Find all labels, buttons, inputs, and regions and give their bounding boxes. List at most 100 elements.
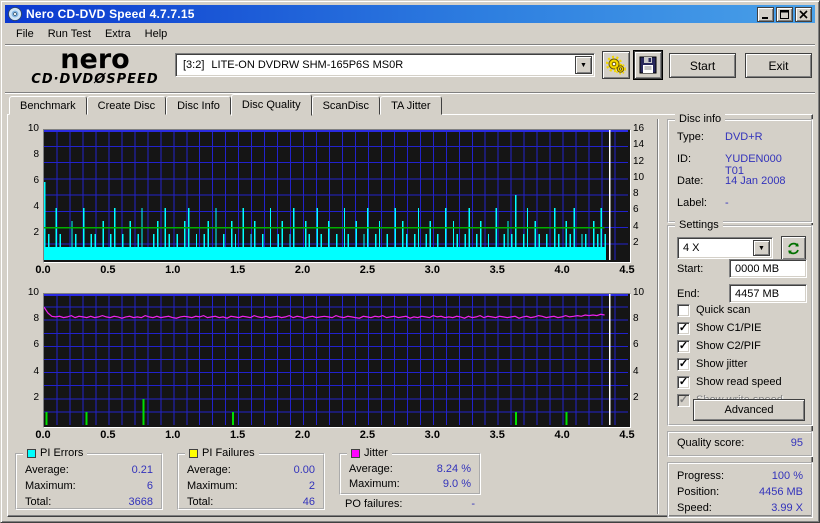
checkbox-show-read-speed[interactable]: ✓ Show read speed bbox=[677, 375, 782, 389]
pi-errors-title-text: PI Errors bbox=[40, 447, 84, 459]
drive-select[interactable]: [3:2] LITE-ON DVDRW SHM-165P6S MS0R ▼ bbox=[175, 53, 595, 77]
save-button[interactable] bbox=[633, 50, 663, 80]
x-axis-tick: 2.5 bbox=[359, 264, 376, 276]
advanced-button[interactable]: Advanced bbox=[693, 399, 805, 421]
x-axis-tick: 2.5 bbox=[359, 429, 376, 441]
checkbox-show-jitter[interactable]: ✓ Show jitter bbox=[677, 357, 747, 371]
progress-row: Progress: 100 % bbox=[677, 470, 803, 484]
tab-scandisc[interactable]: ScanDisc bbox=[311, 96, 381, 115]
y-axis-tick-left: 2 bbox=[33, 227, 39, 238]
tab-disc-quality[interactable]: Disc Quality bbox=[230, 94, 312, 116]
start-field[interactable]: 0000 MB bbox=[729, 259, 807, 278]
close-button[interactable] bbox=[795, 6, 812, 22]
nero-logo: nero CD·DVDØSPEED bbox=[15, 46, 175, 87]
x-axis-tick: 1.5 bbox=[230, 429, 246, 441]
app-icon bbox=[8, 7, 22, 21]
checkbox-icon: ✓ bbox=[677, 393, 690, 407]
po-failures-value: - bbox=[471, 498, 475, 510]
stat-row: Total: 46 bbox=[187, 496, 315, 510]
stat-row: Average: 0.00 bbox=[187, 464, 315, 478]
jitter-chart bbox=[43, 293, 631, 428]
type-label: Type: bbox=[677, 131, 704, 143]
maximum-value: 9.0 % bbox=[442, 478, 471, 490]
options-button[interactable] bbox=[602, 51, 630, 79]
maximum-label: Maximum: bbox=[25, 480, 76, 492]
y-axis-tick-right: 8 bbox=[633, 313, 639, 325]
menu-item-run-test[interactable]: Run Test bbox=[41, 26, 98, 42]
total-label: Total: bbox=[187, 496, 214, 508]
average-value: 8.24 % bbox=[436, 463, 471, 475]
y-axis-tick-right: 4 bbox=[633, 220, 639, 232]
checkbox-show-c2-pif[interactable]: ✓ Show C2/PIF bbox=[677, 339, 761, 353]
maximum-value: 6 bbox=[146, 480, 153, 492]
refresh-button[interactable] bbox=[781, 236, 806, 260]
x-axis-tick: 1.0 bbox=[165, 429, 181, 441]
checkbox-icon[interactable] bbox=[677, 303, 690, 317]
end-field[interactable]: 4457 MB bbox=[729, 284, 807, 303]
date-label: Date: bbox=[677, 175, 704, 187]
y-axis-tick-left: 4 bbox=[33, 365, 39, 377]
checkbox-icon[interactable]: ✓ bbox=[677, 357, 690, 371]
minimize-button[interactable] bbox=[757, 6, 774, 22]
label-label: Label: bbox=[677, 197, 707, 209]
pi-failures-title-text: PI Failures bbox=[202, 447, 255, 459]
disc-info-row: Date: 14 Jan 2008 bbox=[677, 175, 803, 189]
tab-benchmark[interactable]: Benchmark bbox=[9, 96, 87, 115]
progress-label: Progress: bbox=[677, 470, 725, 482]
speed-select-arrow-icon[interactable]: ▼ bbox=[753, 240, 770, 256]
drive-select-arrow-icon[interactable]: ▼ bbox=[575, 56, 592, 74]
y-axis-tick-left: 8 bbox=[33, 149, 39, 160]
maximum-label: Maximum: bbox=[349, 478, 400, 490]
maximum-value: 2 bbox=[308, 480, 315, 492]
pi-errors-stats-box: PI Errors Average: 0.21 Maximum: 6 Total: 3… bbox=[15, 447, 163, 510]
quality-score-label: Quality score: bbox=[677, 437, 745, 449]
y-axis-tick-right: 10 bbox=[633, 287, 645, 298]
po-failures-label: PO failures: bbox=[345, 498, 403, 510]
checkbox-quick-scan[interactable]: Quick scan bbox=[677, 303, 750, 317]
pi-failures-swatch-icon bbox=[189, 448, 198, 458]
y-axis-tick-left: 2 bbox=[33, 391, 39, 403]
pi-failures-stats-box: PI Failures Average: 0.00 Maximum: 2 Total… bbox=[177, 447, 325, 510]
x-axis-tick: 3.0 bbox=[424, 429, 440, 441]
x-axis-tick: 4.5 bbox=[619, 429, 635, 441]
y-axis-tick-right: 6 bbox=[633, 339, 639, 351]
progress-value: 100 % bbox=[771, 470, 803, 482]
checkbox-icon[interactable]: ✓ bbox=[677, 339, 690, 353]
progress-row: Position: 4456 MB bbox=[677, 486, 803, 500]
toolbar-separator bbox=[5, 92, 815, 94]
exit-button[interactable]: Exit bbox=[745, 53, 812, 78]
position-label: Position: bbox=[677, 486, 720, 498]
checkbox-show-c1-pie[interactable]: ✓ Show C1/PIE bbox=[677, 321, 761, 335]
y-axis-tick-right: 6 bbox=[633, 204, 639, 216]
id-value: YUDEN000 T01 bbox=[725, 153, 782, 177]
checkbox-label: Show jitter bbox=[696, 358, 748, 370]
tab-disc-info[interactable]: Disc Info bbox=[166, 96, 231, 115]
toolbar: nero CD·DVDØSPEED [3:2] LITE-ON DVDRW SH… bbox=[5, 46, 815, 92]
x-axis-tick: 1.0 bbox=[165, 264, 181, 276]
tab-create-disc[interactable]: Create Disc bbox=[86, 96, 167, 115]
checkbox-label: Show C1/PIE bbox=[696, 322, 762, 334]
menu-item-file[interactable]: File bbox=[9, 26, 41, 42]
menu-item-extra[interactable]: Extra bbox=[98, 26, 138, 42]
disc-info-row: ID: YUDEN000 T01 bbox=[677, 153, 803, 177]
label-value: - bbox=[725, 197, 729, 209]
x-axis-tick: 3.5 bbox=[489, 429, 505, 441]
jitter-stats-box: Jitter Average: 8.24 % Maximum: 9.0 % bbox=[339, 447, 481, 495]
checkbox-icon[interactable]: ✓ bbox=[677, 321, 690, 335]
y-axis-tick-left: 4 bbox=[33, 201, 39, 212]
gears-icon bbox=[606, 55, 626, 75]
checkbox-icon[interactable]: ✓ bbox=[677, 375, 690, 389]
y-axis-tick-left: 8 bbox=[33, 313, 39, 325]
menu-item-help[interactable]: Help bbox=[138, 26, 175, 42]
y-axis-tick-right: 16 bbox=[633, 123, 645, 134]
maximize-button[interactable] bbox=[776, 6, 793, 22]
stat-row: Total: 3668 bbox=[25, 496, 153, 510]
tab-ta-jitter[interactable]: TA Jitter bbox=[380, 96, 442, 115]
speed-select[interactable]: 4 X ▼ bbox=[677, 237, 773, 259]
title-bar: Nero CD-DVD Speed 4.7.7.15 bbox=[5, 5, 815, 23]
start-button[interactable]: Start bbox=[669, 53, 736, 78]
y-axis-tick-right: 12 bbox=[633, 155, 645, 167]
settings-title: Settings bbox=[675, 219, 723, 231]
x-axis-tick: 3.5 bbox=[489, 264, 505, 276]
checkbox-label: Show read speed bbox=[696, 376, 782, 388]
